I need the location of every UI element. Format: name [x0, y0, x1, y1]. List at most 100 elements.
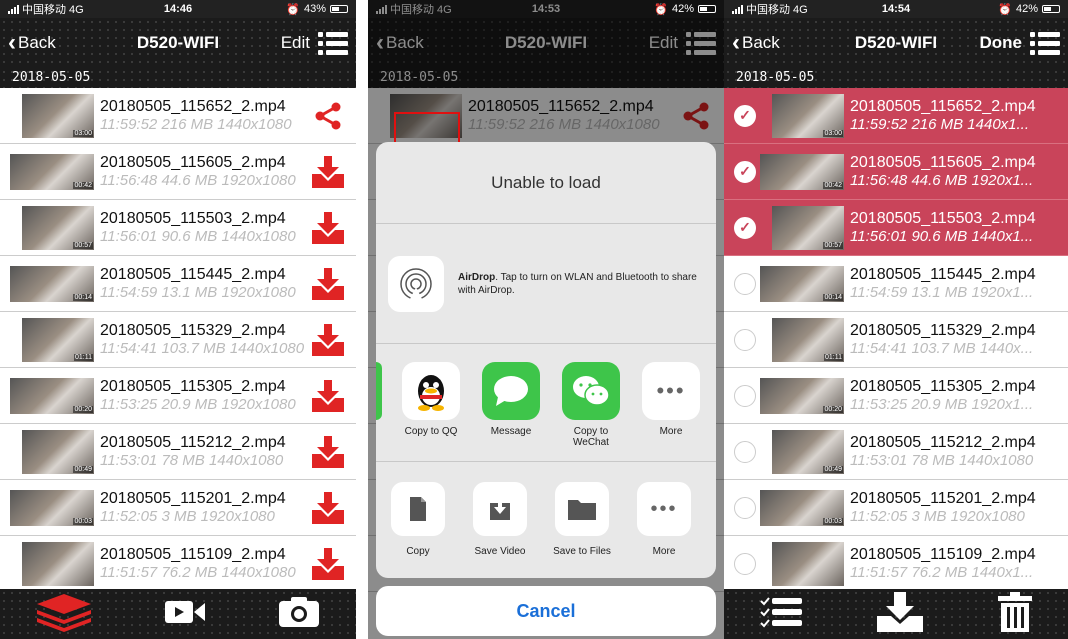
edit-button[interactable]: Edit [281, 33, 310, 53]
chevron-left-icon: ‹ [8, 29, 16, 56]
list-item[interactable]: 00:03 20180505_115201_2.mp4 11:52:05 3 MB … [724, 480, 1068, 536]
back-button[interactable]: ‹ Back [732, 31, 780, 55]
list-item[interactable]: 00:14 20180505_115445_2.mp4 11:54:59 13.1 … [0, 256, 356, 312]
list-item[interactable]: ✓ 03:00 20180505_115652_2.mp4 11:59:52 216 … [724, 88, 1068, 144]
action-save-to-files[interactable]: Save to Files [552, 482, 612, 578]
battery-percent: 43% [303, 3, 326, 15]
airdrop-hint: AirDrop. Tap to turn on WLAN and Bluetoo… [458, 271, 697, 296]
nav-bar: ‹ Back D520-WIFI Edit [0, 18, 356, 68]
video-duration: 01:11 [824, 353, 843, 361]
airdrop-row: AirDrop. Tap to turn on WLAN and Bluetoo… [376, 224, 716, 344]
more-dots-icon: ••• [642, 362, 700, 420]
video-duration: 00:57 [823, 241, 843, 249]
download-icon[interactable] [310, 378, 346, 414]
list-item[interactable]: 00:20 20180505_115305_2.mp4 11:53:25 20.9 … [0, 368, 356, 424]
file-name: 20180505_115109_2.mp4 [850, 546, 1036, 563]
select-circle-icon[interactable] [734, 496, 756, 519]
cancel-button[interactable]: Cancel [376, 586, 716, 636]
share-actions-row: Copy Save Video Save to Files ••• More [376, 462, 716, 578]
wechat-icon [562, 362, 620, 420]
list-item[interactable]: 00:57 20180505_115503_2.mp4 11:56:01 90.6 … [0, 200, 356, 256]
status-bar: 中国移动 4G 14:46 ⏰ 43% [0, 0, 356, 18]
select-all-icon[interactable] [760, 596, 803, 633]
battery-percent: 42% [671, 3, 694, 15]
alarm-icon: ⏰ [998, 3, 1012, 16]
list-item[interactable]: 00:49 20180505_115212_2.mp4 11:53:01 78 MB… [0, 424, 356, 480]
download-icon[interactable] [875, 591, 925, 637]
file-name: 20180505_115109_2.mp4 [100, 546, 286, 563]
done-button[interactable]: Done [980, 33, 1023, 53]
list-item[interactable]: 01:11 20180505_115329_2.mp4 11:54:41 103.7… [0, 312, 356, 368]
list-menu-icon[interactable] [1030, 32, 1060, 55]
video-thumbnail: 00:42 [10, 153, 94, 190]
tab-video-camera-icon[interactable] [163, 597, 207, 632]
share-app-more[interactable]: ••• More [640, 362, 702, 437]
select-circle-icon[interactable] [734, 552, 756, 575]
save-video-icon [473, 482, 527, 536]
file-name: 20180505_115329_2.mp4 [850, 322, 1036, 339]
file-name: 20180505_115445_2.mp4 [850, 266, 1036, 283]
list-item[interactable]: 00:03 20180505_115201_2.mp4 11:52:05 3 MB … [0, 480, 356, 536]
file-detail: 11:56:48 44.6 MB 1920x1... [850, 172, 1034, 189]
file-list-screen: 中国移动 4G 14:46 ⏰ 43% ‹ Back D520-WIFI Edit … [0, 0, 356, 639]
status-bar: 中国移动 4G 14:54 ⏰ 42% [724, 0, 1068, 18]
list-menu-icon[interactable] [318, 32, 348, 55]
download-icon[interactable] [310, 434, 346, 470]
checkmark-icon[interactable]: ✓ [734, 160, 756, 183]
tab-files-layers-icon[interactable] [35, 592, 93, 637]
video-thumbnail: 00:57 [22, 205, 94, 250]
tab-photo-camera-icon[interactable] [277, 595, 321, 634]
video-duration: 00:42 [73, 181, 93, 189]
select-circle-icon[interactable] [734, 272, 756, 295]
select-circle-icon[interactable] [734, 440, 756, 463]
list-item[interactable]: 20180505_115109_2.mp4 11:51:57 76.2 MB 14… [0, 536, 356, 592]
video-duration: 00:20 [73, 405, 93, 413]
action-more[interactable]: ••• More [634, 482, 694, 578]
file-name: 20180505_115305_2.mp4 [100, 378, 286, 395]
checkmark-icon[interactable]: ✓ [734, 104, 756, 127]
file-detail: 11:53:25 20.9 MB 1920x1080 [100, 396, 296, 413]
list-item[interactable]: ✓ 00:42 20180505_115605_2.mp4 11:56:48 44.6… [724, 144, 1068, 200]
list-item[interactable]: 03:00 20180505_115652_2.mp4 11:59:52 216 M… [0, 88, 356, 144]
share-icon[interactable] [310, 98, 346, 134]
list-item[interactable]: 00:20 20180505_115305_2.mp4 11:53:25 20.9 … [724, 368, 1068, 424]
select-circle-icon[interactable] [734, 384, 756, 407]
download-icon[interactable] [310, 546, 346, 582]
list-item[interactable]: 20180505_115109_2.mp4 11:51:57 76.2 MB 14… [724, 536, 1068, 592]
list-item[interactable]: 00:49 20180505_115212_2.mp4 11:53:01 78 MB… [724, 424, 1068, 480]
video-thumbnail: 01:11 [22, 317, 94, 362]
list-item[interactable]: ✓ 00:57 20180505_115503_2.mp4 11:56:01 90.6… [724, 200, 1068, 256]
action-copy[interactable]: Copy [388, 482, 448, 578]
file-detail: 11:56:48 44.6 MB 1920x1080 [100, 172, 296, 189]
download-icon[interactable] [310, 266, 346, 302]
download-icon[interactable] [310, 322, 346, 358]
list-item[interactable]: 01:11 20180505_115329_2.mp4 11:54:41 103.7… [724, 312, 1068, 368]
list-item[interactable]: 00:42 20180505_115605_2.mp4 11:56:48 44.6 … [0, 144, 356, 200]
back-button[interactable]: ‹ Back [8, 31, 56, 55]
video-duration: 00:57 [73, 241, 93, 249]
download-icon[interactable] [310, 154, 346, 190]
date-section-header: 2018-05-05 [0, 68, 356, 88]
download-icon[interactable] [310, 210, 346, 246]
video-duration: 01:11 [74, 353, 93, 361]
select-circle-icon[interactable] [734, 328, 756, 351]
list-item[interactable]: 00:14 20180505_115445_2.mp4 11:54:59 13.1 … [724, 256, 1068, 312]
date-section-header: 2018-05-05 [724, 68, 1068, 88]
video-duration: 00:49 [823, 465, 843, 473]
share-app-wechat[interactable]: Copy to WeChat [560, 362, 622, 448]
video-duration: 00:03 [73, 517, 93, 525]
download-icon[interactable] [310, 490, 346, 526]
video-thumbnail: 00:49 [772, 429, 844, 474]
folder-icon [555, 482, 609, 536]
file-list: 03:00 20180505_115652_2.mp4 11:59:52 216 M… [0, 88, 356, 592]
action-save-video[interactable]: Save Video [470, 482, 530, 578]
trash-icon[interactable] [997, 591, 1032, 637]
share-app-qq[interactable]: Copy to QQ [400, 362, 462, 437]
file-name: 20180505_115445_2.mp4 [100, 266, 286, 283]
share-app-message[interactable]: Message [480, 362, 542, 437]
file-detail: 11:54:59 13.1 MB 1920x1... [850, 284, 1034, 301]
alarm-icon: ⏰ [286, 3, 300, 16]
airdrop-icon[interactable] [388, 255, 444, 312]
checkmark-icon[interactable]: ✓ [734, 216, 756, 239]
file-detail: 11:53:25 20.9 MB 1920x1... [850, 396, 1034, 413]
